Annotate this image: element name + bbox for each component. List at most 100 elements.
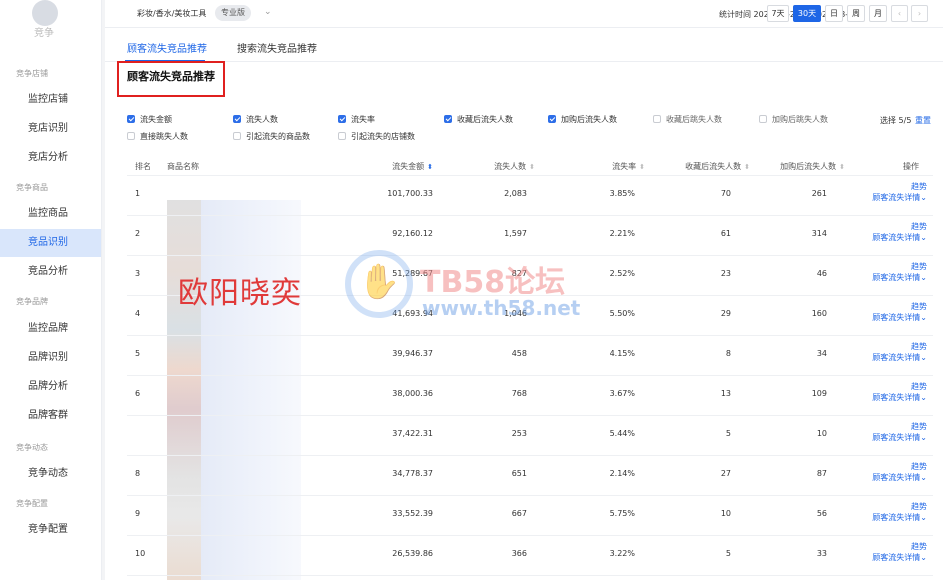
checkbox-unchecked-icon xyxy=(233,132,241,140)
metric-checkbox-fav-loss[interactable]: 收藏后流失人数 xyxy=(444,115,513,125)
col-header-product: 商品名称 xyxy=(167,162,199,171)
loss-detail-link[interactable]: 顾客流失详情⌄ xyxy=(872,192,927,203)
checkbox-checked-icon xyxy=(444,115,452,123)
loss-detail-link[interactable]: 顾客流失详情⌄ xyxy=(872,472,927,483)
col-header-loss-people[interactable]: 流失人数 ⬍ xyxy=(473,161,535,172)
metric-checkbox-loss-people[interactable]: 流失人数 xyxy=(233,115,278,125)
highlight-annotation-box xyxy=(117,61,225,97)
date-week-button[interactable]: 周 xyxy=(847,5,865,22)
table-row: 5 39,946.37 458 4.15% 8 34 趋势 顾客流失详情⌄ xyxy=(127,336,933,376)
sidebar-item-brand-analysis[interactable]: 品牌分析 xyxy=(0,373,101,401)
metric-checkbox-direct-bounce[interactable]: 直接跳失人数 xyxy=(127,132,188,142)
sort-icon: ⬍ xyxy=(639,163,645,171)
sidebar-group-dynamics: 竞争动态 xyxy=(16,443,48,452)
table-row: 6 38,000.36 768 3.67% 13 109 趋势 顾客流失详情⌄ xyxy=(127,376,933,416)
loss-detail-link[interactable]: 顾客流失详情⌄ xyxy=(872,512,927,523)
loss-detail-link[interactable]: 顾客流失详情⌄ xyxy=(872,272,927,283)
sidebar-item-monitor-products[interactable]: 监控商品 xyxy=(0,200,101,228)
loss-detail-link[interactable]: 顾客流失详情⌄ xyxy=(872,352,927,363)
col-header-loss-rate[interactable]: 流失率 ⬍ xyxy=(583,161,645,172)
sidebar-item-product-analysis[interactable]: 竞品分析 xyxy=(0,258,101,286)
checkbox-checked-icon xyxy=(338,115,346,123)
trend-link[interactable]: 趋势 xyxy=(911,461,927,472)
date-7d-button[interactable]: 7天 xyxy=(767,5,789,22)
table-row: 8 34,778.37 651 2.14% 27 87 趋势 顾客流失详情⌄ xyxy=(127,456,933,496)
forum-watermark-title: TB58论坛 xyxy=(420,265,566,300)
loss-detail-link[interactable]: 顾客流失详情⌄ xyxy=(872,392,927,403)
loss-detail-link[interactable]: 顾客流失详情⌄ xyxy=(872,552,927,563)
sidebar-item-shop-analysis[interactable]: 竞店分析 xyxy=(0,144,101,172)
pro-edition-badge: 专业版 xyxy=(215,5,251,21)
date-30d-button[interactable]: 30天 xyxy=(793,5,821,22)
metric-checkbox-loss-rate[interactable]: 流失率 xyxy=(338,115,375,125)
app-logo-icon xyxy=(32,0,58,26)
category-breadcrumb[interactable]: 彩妆/香水/美妆工具 xyxy=(137,8,206,19)
loss-detail-link[interactable]: 顾客流失详情⌄ xyxy=(872,432,927,443)
selection-count: 选择 5/5 xyxy=(880,116,912,125)
sidebar-item-dynamics[interactable]: 竞争动态 xyxy=(0,460,101,488)
sidebar-item-monitor-brands[interactable]: 监控品牌 xyxy=(0,315,101,343)
col-header-loss-amount[interactable]: 流失金额 ⬍ xyxy=(375,161,433,172)
tab-bar: 顾客流失竞品推荐 搜索流失竞品推荐 xyxy=(105,28,943,62)
trend-link[interactable]: 趋势 xyxy=(911,541,927,552)
app-logo-text: 竞争 xyxy=(34,28,54,39)
metric-checkbox-loss-shops[interactable]: 引起流失的店铺数 xyxy=(338,132,415,142)
metric-checkbox-cart-loss[interactable]: 加购后流失人数 xyxy=(548,115,617,125)
forum-watermark-url: www.th58.net xyxy=(422,296,581,320)
trend-link[interactable]: 趋势 xyxy=(911,381,927,392)
table-row: 1 101,700.33 2,083 3.85% 70 261 趋势 顾客流失详… xyxy=(127,176,933,216)
sidebar-item-brand-identify[interactable]: 品牌识别 xyxy=(0,344,101,372)
sidebar-item-brand-customers[interactable]: 品牌客群 xyxy=(0,402,101,430)
sort-icon: ⬍ xyxy=(839,163,845,171)
sidebar-item-monitor-shops[interactable]: 监控店铺 xyxy=(0,86,101,114)
trend-link[interactable]: 趋势 xyxy=(911,181,927,192)
sidebar-item-shop-identify[interactable]: 竞店识别 xyxy=(0,115,101,143)
tab-customer-loss[interactable]: 顾客流失竞品推荐 xyxy=(127,40,207,55)
sidebar-group-config: 竞争配置 xyxy=(16,499,48,508)
col-header-cart-loss[interactable]: 加购后流失人数 ⬍ xyxy=(755,161,845,172)
col-header-rank: 排名 xyxy=(135,162,151,171)
sidebar-group-brands: 竞争品牌 xyxy=(16,297,48,306)
sort-icon: ⬍ xyxy=(744,163,750,171)
date-day-button[interactable]: 日 xyxy=(825,5,843,22)
col-header-actions: 操作 xyxy=(903,162,919,171)
sidebar-item-config[interactable]: 竞争配置 xyxy=(0,516,101,544)
trend-link[interactable]: 趋势 xyxy=(911,221,927,232)
checkbox-checked-icon xyxy=(548,115,556,123)
chevron-down-icon[interactable]: ⌄ xyxy=(264,7,272,17)
loss-detail-link[interactable]: 顾客流失详情⌄ xyxy=(872,312,927,323)
sidebar: 竞争 竞争店铺 监控店铺 竞店识别 竞店分析 竞争商品 监控商品 竞品识别 竞品… xyxy=(0,0,102,580)
date-month-button[interactable]: 月 xyxy=(869,5,887,22)
checkbox-unchecked-icon xyxy=(653,115,661,123)
checkbox-checked-icon xyxy=(233,115,241,123)
trend-link[interactable]: 趋势 xyxy=(911,501,927,512)
next-period-button[interactable]: › xyxy=(911,5,928,22)
metric-checkbox-fav-bounce[interactable]: 收藏后跳失人数 xyxy=(653,115,722,125)
sidebar-group-products: 竞争商品 xyxy=(16,183,48,192)
trend-link[interactable]: 趋势 xyxy=(911,421,927,432)
checkbox-unchecked-icon xyxy=(127,132,135,140)
checkbox-unchecked-icon xyxy=(338,132,346,140)
tab-search-loss[interactable]: 搜索流失竞品推荐 xyxy=(237,40,317,55)
prev-period-button[interactable]: ‹ xyxy=(891,5,908,22)
table-row: 37,422.31 253 5.44% 5 10 趋势 顾客流失详情⌄ xyxy=(127,416,933,456)
metric-checkbox-loss-products[interactable]: 引起流失的商品数 xyxy=(233,132,310,142)
loss-detail-link[interactable]: 顾客流失详情⌄ xyxy=(872,232,927,243)
sidebar-group-shops: 竞争店铺 xyxy=(16,69,48,78)
table-row: 10 26,539.86 366 3.22% 5 33 趋势 顾客流失详情⌄ xyxy=(127,536,933,576)
table-row: 9 33,552.39 667 5.75% 10 56 趋势 顾客流失详情⌄ xyxy=(127,496,933,536)
sort-icon: ⬍ xyxy=(529,163,535,171)
top-bar: 彩妆/香水/美妆工具 专业版 ⌄ 统计时间 2021-07-26 ~ 2021-… xyxy=(105,0,943,28)
name-watermark: 欧阳晓奕 xyxy=(178,276,302,311)
reset-link[interactable]: 重置 xyxy=(915,115,931,126)
trend-link[interactable]: 趋势 xyxy=(911,261,927,272)
metric-checkbox-cart-bounce[interactable]: 加购后跳失人数 xyxy=(759,115,828,125)
trend-link[interactable]: 趋势 xyxy=(911,301,927,312)
col-header-fav-loss[interactable]: 收藏后流失人数 ⬍ xyxy=(660,161,750,172)
checkbox-checked-icon xyxy=(127,115,135,123)
trend-link[interactable]: 趋势 xyxy=(911,341,927,352)
checkbox-unchecked-icon xyxy=(759,115,767,123)
sidebar-item-product-identify[interactable]: 竞品识别 xyxy=(0,229,101,257)
metric-checkbox-loss-amount[interactable]: 流失金额 xyxy=(127,115,172,125)
table-row: 2 92,160.12 1,597 2.21% 61 314 趋势 顾客流失详情… xyxy=(127,216,933,256)
